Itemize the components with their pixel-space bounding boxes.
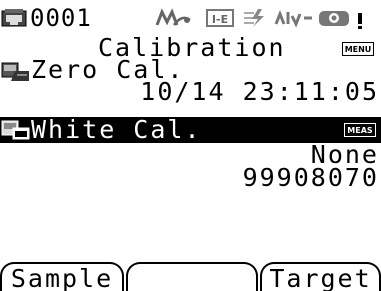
target-softkey[interactable]: Target (260, 262, 381, 291)
white-cal-serial: 99908070 (242, 163, 379, 192)
menu-tag[interactable]: MENU (342, 42, 374, 56)
softkey-bar: Sample Target (0, 262, 381, 291)
lightning-icon (244, 9, 264, 27)
rgb-icon (274, 9, 312, 28)
zero-cal-icon (1, 62, 29, 81)
calibration-screen: 0001 I-E Calibration MENU Zero Cal. 10/1… (0, 0, 381, 291)
svg-text:I-E: I-E (212, 13, 228, 26)
zero-cal-timestamp: 10/14 23:11:05 (140, 77, 379, 106)
white-cal-label: White Cal. (31, 115, 202, 144)
auto-average-icon (155, 8, 191, 26)
white-cal-icon (1, 120, 30, 140)
ie-icon: I-E (206, 9, 234, 27)
device-icon (1, 9, 27, 27)
target-number: 0001 (30, 4, 92, 32)
status-bar: 0001 I-E (0, 0, 381, 34)
alert-icon (358, 13, 362, 29)
sensor-icon (319, 11, 349, 26)
center-softkey[interactable] (126, 262, 258, 291)
sample-softkey[interactable]: Sample (0, 262, 124, 291)
meas-tag[interactable]: MEAS (344, 123, 376, 137)
